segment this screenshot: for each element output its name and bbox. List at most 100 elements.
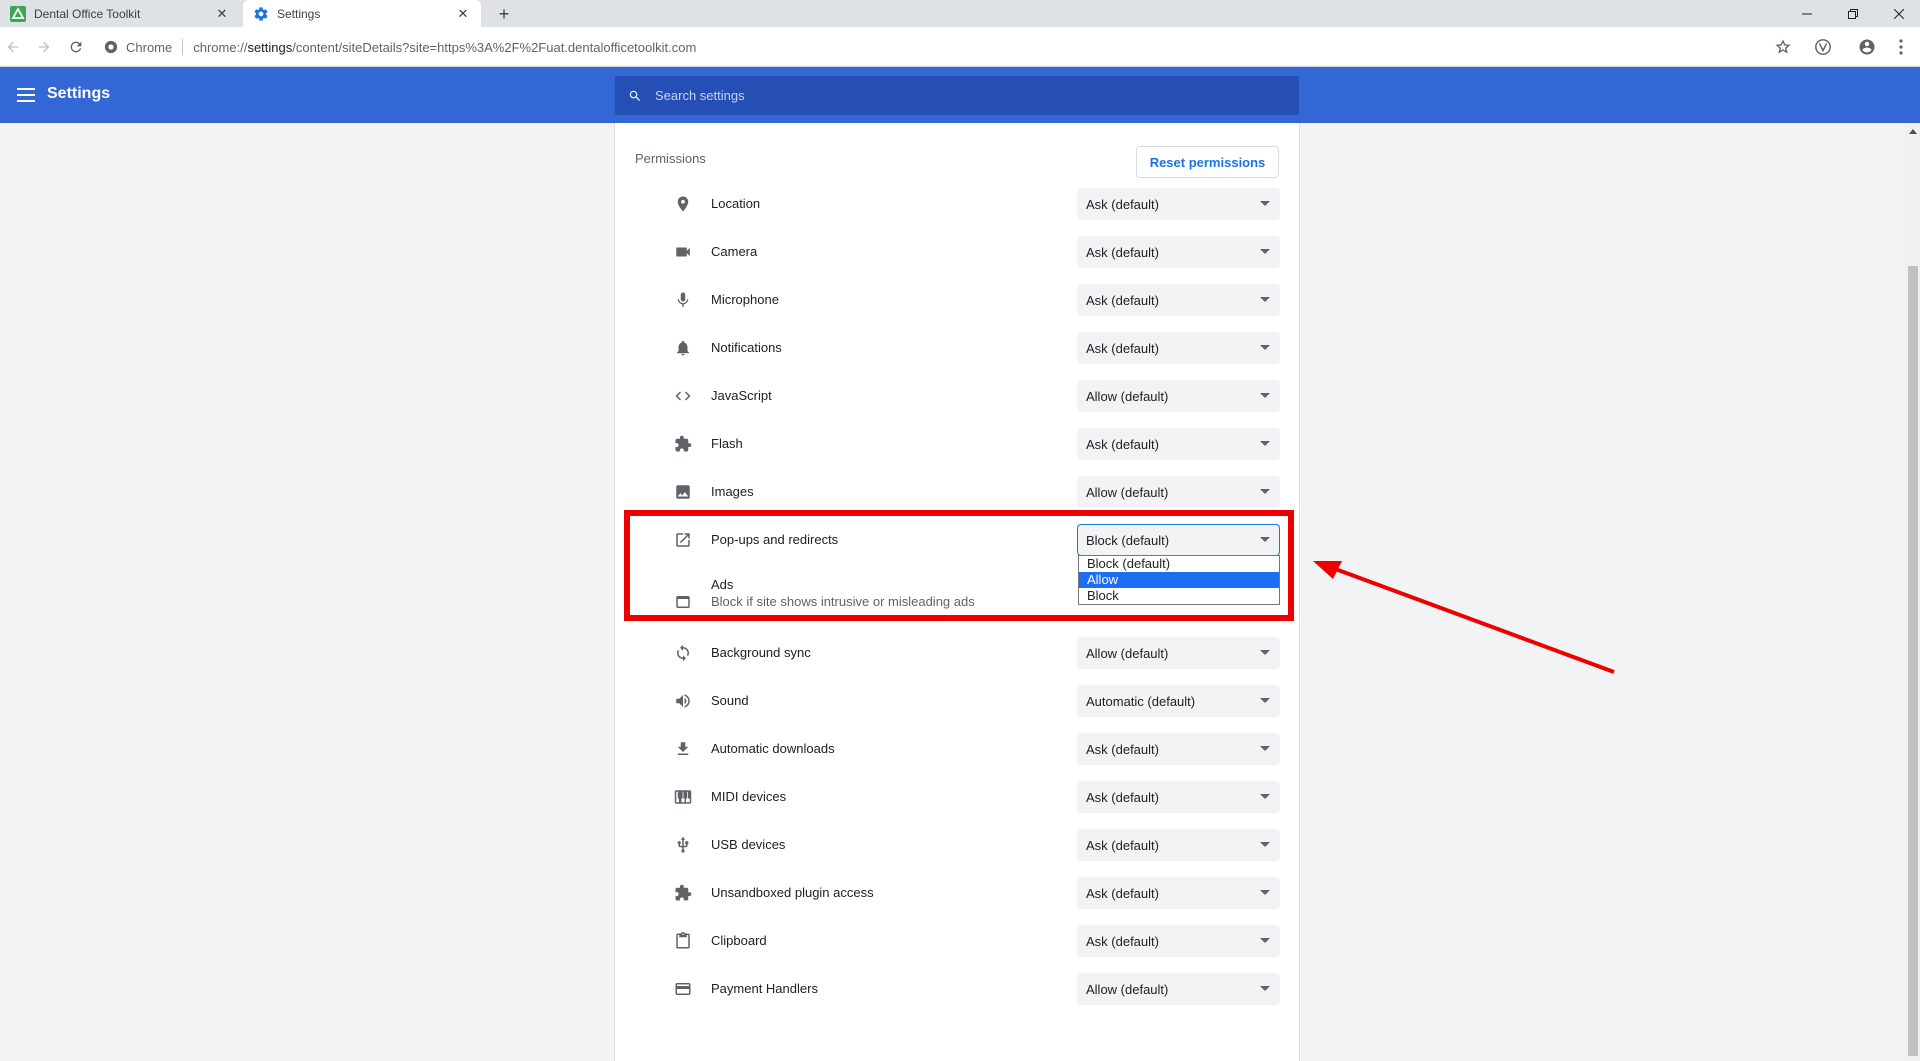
permission-label: Pop-ups and redirects xyxy=(711,532,839,547)
extension-icon[interactable] xyxy=(1811,35,1835,59)
payment-handlers-select[interactable]: Allow (default) xyxy=(1077,973,1280,1005)
tab-dental-office-toolkit[interactable]: Dental Office Toolkit ✕ xyxy=(0,0,240,27)
bookmark-star-icon[interactable] xyxy=(1771,35,1795,59)
dropdown-caret-icon xyxy=(1260,890,1270,895)
permission-label: Automatic downloads xyxy=(711,741,835,756)
chip-label: Chrome xyxy=(126,39,173,55)
more-menu-icon[interactable] xyxy=(1889,35,1913,59)
tab-title: Settings xyxy=(277,6,321,21)
back-icon[interactable] xyxy=(1,35,25,59)
permission-label: Ads xyxy=(711,577,734,592)
page-scrollbar[interactable] xyxy=(1906,123,1920,1061)
images-select[interactable]: Allow (default) xyxy=(1077,476,1280,508)
clipboard-select[interactable]: Ask (default) xyxy=(1077,925,1280,957)
background-sync-select[interactable]: Allow (default) xyxy=(1077,637,1280,669)
reset-permissions-button[interactable]: Reset permissions xyxy=(1136,146,1279,178)
dropdown-caret-icon xyxy=(1260,537,1270,542)
dental-toolkit-favicon-icon xyxy=(10,5,26,22)
permission-row-automatic-downloads: Automatic downloads Ask (default) xyxy=(665,730,1280,768)
url-scheme: chrome:// xyxy=(193,39,248,55)
popups-dropdown-list[interactable]: Block (default) Allow Block xyxy=(1078,555,1280,605)
puzzle-icon xyxy=(673,434,693,454)
close-tab-icon[interactable]: ✕ xyxy=(214,6,230,22)
permission-label: Unsandboxed plugin access xyxy=(711,885,874,900)
permission-label: Camera xyxy=(711,244,758,259)
permission-label: Clipboard xyxy=(711,933,767,948)
address-bar[interactable]: Chrome chrome://settings/content/siteDet… xyxy=(104,31,1784,63)
permission-row-javascript: JavaScript Allow (default) xyxy=(665,377,1280,415)
scroll-up-arrow-icon[interactable] xyxy=(1906,126,1920,136)
dropdown-caret-icon xyxy=(1260,489,1270,494)
minimize-icon[interactable] xyxy=(1784,0,1830,27)
javascript-select[interactable]: Allow (default) xyxy=(1077,380,1280,412)
permission-row-images: Images Allow (default) xyxy=(665,473,1280,511)
dropdown-caret-icon xyxy=(1260,201,1270,206)
open-in-new-icon xyxy=(673,530,693,550)
permission-row-pop-ups-and-redirects: Pop-ups and redirects Block (default) xyxy=(665,521,1280,559)
close-tab-icon[interactable]: ✕ xyxy=(455,6,471,22)
pop-ups-and-redirects-select[interactable]: Block (default) xyxy=(1077,524,1280,556)
midi-devices-select[interactable]: Ask (default) xyxy=(1077,781,1280,813)
permission-row-payment-handlers: Payment Handlers Allow (default) xyxy=(665,970,1280,1008)
dropdown-caret-icon xyxy=(1260,393,1270,398)
notifications-select[interactable]: Ask (default) xyxy=(1077,332,1280,364)
permission-label: Notifications xyxy=(711,340,782,355)
dropdown-option-block-default[interactable]: Block (default) xyxy=(1079,556,1279,572)
permission-row-camera: Camera Ask (default) xyxy=(665,233,1280,271)
search-icon xyxy=(615,89,655,103)
profile-avatar-icon[interactable] xyxy=(1855,35,1879,59)
permission-row-unsandboxed-plugin-access: Unsandboxed plugin access Ask (default) xyxy=(665,874,1280,912)
search-input[interactable] xyxy=(655,88,1255,103)
dropdown-caret-icon xyxy=(1260,345,1270,350)
select-value: Allow (default) xyxy=(1086,645,1169,661)
select-value: Ask (default) xyxy=(1086,741,1159,757)
forward-icon[interactable] xyxy=(32,35,56,59)
unsandboxed-plugin-access-select[interactable]: Ask (default) xyxy=(1077,877,1280,909)
permission-label: Microphone xyxy=(711,292,779,307)
permission-label: MIDI devices xyxy=(711,789,787,804)
close-window-icon[interactable] xyxy=(1876,0,1920,27)
usb-devices-select[interactable]: Ask (default) xyxy=(1077,829,1280,861)
hamburger-menu-icon[interactable] xyxy=(12,81,40,109)
sound-select[interactable]: Automatic (default) xyxy=(1077,685,1280,717)
tab-strip: Dental Office Toolkit ✕ Settings ✕ + xyxy=(0,0,1920,27)
volume-icon xyxy=(673,691,693,711)
select-value: Ask (default) xyxy=(1086,837,1159,853)
dropdown-caret-icon xyxy=(1260,794,1270,799)
reload-icon[interactable] xyxy=(64,35,88,59)
browser-toolbar: Chrome chrome://settings/content/siteDet… xyxy=(0,27,1920,67)
dropdown-option-block[interactable]: Block xyxy=(1079,588,1279,604)
select-value: Ask (default) xyxy=(1086,244,1159,260)
microphone-select[interactable]: Ask (default) xyxy=(1077,284,1280,316)
dropdown-option-allow[interactable]: Allow xyxy=(1079,572,1279,588)
clipboard-icon xyxy=(673,931,693,951)
permission-row-flash: Flash Ask (default) xyxy=(665,425,1280,463)
dropdown-caret-icon xyxy=(1260,842,1270,847)
location-select[interactable]: Ask (default) xyxy=(1077,188,1280,220)
select-value: Block (default) xyxy=(1086,532,1170,548)
new-tab-button[interactable]: + xyxy=(493,3,515,25)
dropdown-caret-icon xyxy=(1260,986,1270,991)
select-value: Ask (default) xyxy=(1086,196,1159,212)
scrollbar-thumb[interactable] xyxy=(1908,266,1918,1056)
dropdown-caret-icon xyxy=(1260,938,1270,943)
dropdown-caret-icon xyxy=(1260,698,1270,703)
select-value: Allow (default) xyxy=(1086,484,1169,500)
permission-row-background-sync: Background sync Allow (default) xyxy=(665,634,1280,672)
permission-label: USB devices xyxy=(711,837,786,852)
url-path: /content/siteDetails?site=https%3A%2F%2F… xyxy=(292,39,697,55)
microphone-icon xyxy=(673,290,693,310)
flash-select[interactable]: Ask (default) xyxy=(1077,428,1280,460)
camera-icon xyxy=(673,242,693,262)
automatic-downloads-select[interactable]: Ask (default) xyxy=(1077,733,1280,765)
select-value: Ask (default) xyxy=(1086,933,1159,949)
restore-icon[interactable] xyxy=(1830,0,1876,27)
omnibox-divider xyxy=(182,39,184,55)
select-value: Ask (default) xyxy=(1086,292,1159,308)
site-info-chip[interactable]: Chrome xyxy=(104,40,172,55)
tab-settings[interactable]: Settings ✕ xyxy=(243,0,481,27)
permission-label: Payment Handlers xyxy=(711,981,818,996)
search-settings-box[interactable] xyxy=(615,76,1299,115)
select-value: Allow (default) xyxy=(1086,981,1169,997)
camera-select[interactable]: Ask (default) xyxy=(1077,236,1280,268)
